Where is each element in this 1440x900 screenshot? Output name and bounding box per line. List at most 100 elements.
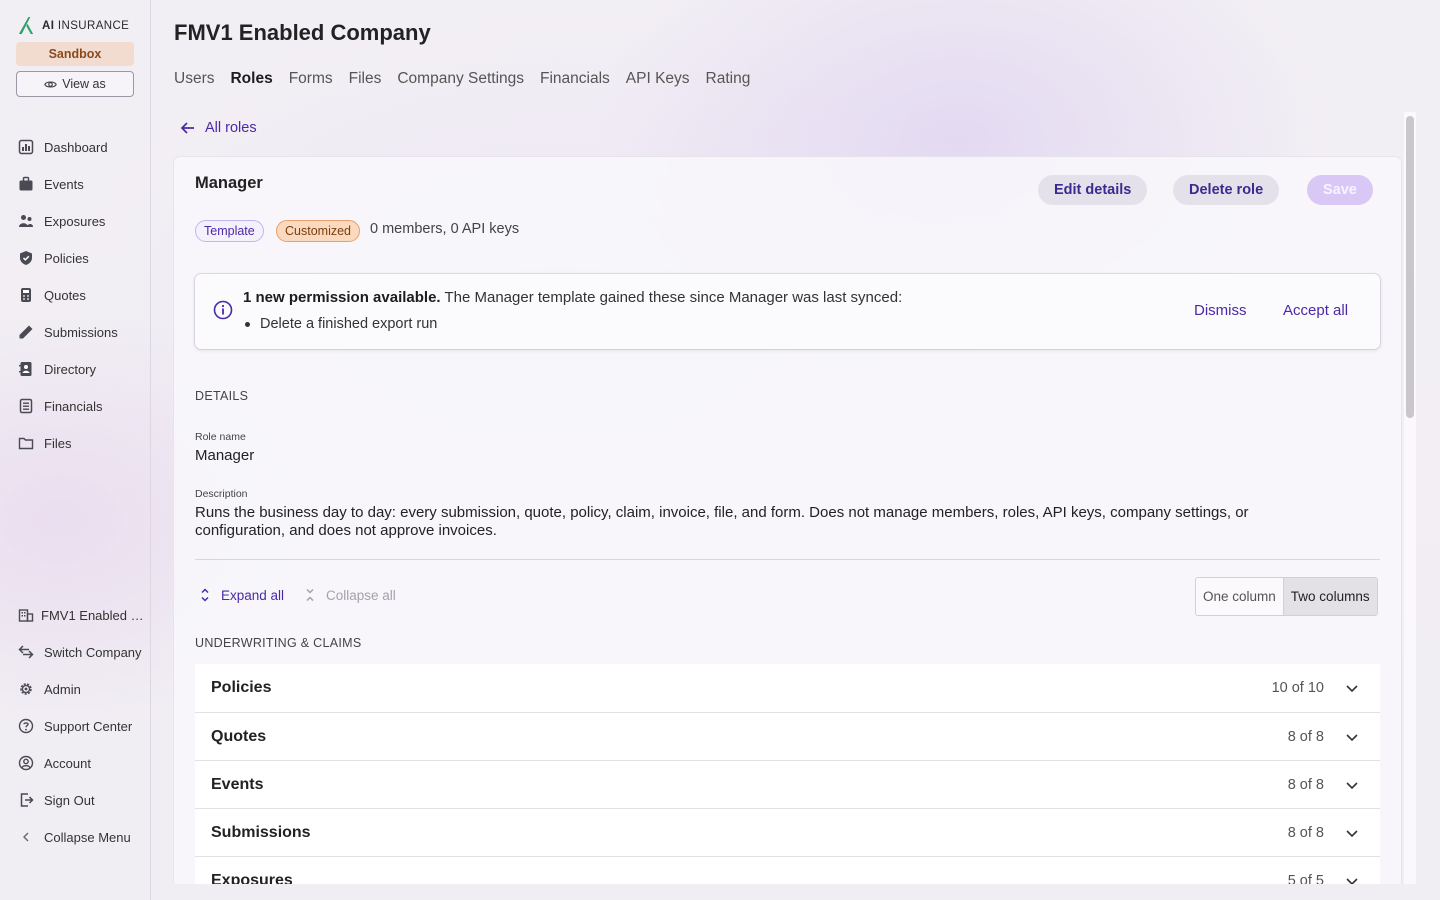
permission-row-count: 10 of 10 (1271, 680, 1324, 696)
sidebar-item-exposures[interactable]: Exposures (18, 210, 105, 232)
sidebar-item-support-center[interactable]: Support Center (18, 715, 132, 737)
sidebar-item-current-company[interactable]: FMV1 Enabled … (18, 604, 144, 626)
tab-financials[interactable]: Financials (540, 70, 610, 92)
sidebar-item-label: Policies (44, 250, 89, 266)
eye-icon (44, 80, 58, 88)
sidebar-item-label: Switch Company (44, 644, 142, 660)
all-roles-label: All roles (205, 120, 257, 136)
tab-roles[interactable]: Roles (230, 70, 272, 92)
delete-role-button[interactable]: Delete role (1173, 175, 1280, 205)
new-permission-notice: 1 new permission available. The Manager … (195, 274, 1380, 349)
permission-row-events[interactable]: Events 8 of 8 (195, 760, 1380, 808)
sidebar-item-sign-out[interactable]: Sign Out (18, 789, 95, 811)
sidebar-item-events[interactable]: Events (18, 173, 84, 195)
sidebar-item-quotes[interactable]: Quotes (18, 284, 86, 306)
briefcase-icon (19, 176, 33, 191)
details-section-label: DETAILS (195, 389, 249, 403)
sidebar-item-label: Admin (44, 681, 81, 697)
brand-logo[interactable]: AI INSURANCE (17, 16, 129, 35)
template-badge: Template (195, 220, 264, 242)
permission-row-title: Events (211, 775, 264, 793)
expand-all-label: Expand all (221, 587, 285, 603)
people-icon (19, 215, 33, 227)
collapse-menu-button[interactable]: Collapse Menu (18, 826, 131, 848)
tab-rating[interactable]: Rating (706, 70, 751, 92)
notice-message: 1 new permission available. The Manager … (243, 289, 902, 306)
permission-row-title: Submissions (211, 823, 311, 841)
edit-details-button[interactable]: Edit details (1038, 175, 1148, 205)
sidebar-item-policies[interactable]: Policies (18, 247, 89, 269)
expand-all-button[interactable]: Expand all (199, 587, 284, 603)
chevron-down-icon (1346, 829, 1358, 837)
sidebar-item-account[interactable]: Account (18, 752, 91, 774)
tab-api-keys[interactable]: API Keys (626, 70, 690, 92)
dismiss-button[interactable]: Dismiss (1194, 302, 1247, 319)
permission-row-count: 8 of 8 (1287, 728, 1324, 745)
expand-icon (201, 588, 209, 602)
all-roles-link[interactable]: All roles (180, 120, 257, 136)
tab-users[interactable]: Users (174, 70, 214, 92)
sign-out-icon (20, 793, 34, 807)
sidebar-item-label: Files (44, 435, 72, 451)
chart-icon (18, 139, 34, 155)
sidebar-item-files[interactable]: Files (18, 432, 71, 454)
chevron-down-icon (1346, 685, 1358, 693)
bullet-dot (245, 321, 250, 327)
pencil-icon (19, 325, 33, 339)
sidebar-item-dashboard[interactable]: Dashboard (18, 136, 108, 158)
sidebar-item-switch-company[interactable]: Switch Company (18, 641, 142, 663)
role-name-label: Role name (195, 431, 246, 443)
notice-body: The Manager template gained these since … (440, 289, 903, 306)
role-name-value: Manager (195, 447, 255, 464)
sidebar-item-label: Directory (44, 361, 97, 377)
environment-badge: Sandbox (16, 42, 134, 66)
customized-badge: Customized (276, 220, 360, 242)
one-column-option[interactable]: One column (1196, 578, 1283, 615)
logo-mark-icon (18, 16, 34, 35)
permission-row-count: 8 of 8 (1287, 824, 1324, 841)
permission-row-title: Policies (211, 679, 272, 696)
accept-all-button[interactable]: Accept all (1283, 302, 1348, 319)
permission-row-quotes[interactable]: Quotes 8 of 8 (195, 712, 1380, 760)
chevron-down-icon (1346, 781, 1358, 789)
brand-name: AI INSURANCE (42, 19, 130, 32)
building-icon (18, 609, 34, 622)
sidebar-item-label: Support Center (44, 718, 133, 734)
permission-row-title: Quotes (211, 727, 267, 745)
sidebar-item-label: Quotes (44, 287, 86, 303)
view-as-label: View as (62, 77, 106, 91)
sidebar-item-directory[interactable]: Directory (18, 358, 96, 380)
sidebar-item-label: Exposures (44, 213, 106, 229)
notice-headline: 1 new permission available. (243, 289, 441, 306)
tab-files[interactable]: Files (349, 70, 382, 92)
members-count: 0 members, 0 API keys (370, 221, 520, 237)
sidebar-item-label: Financials (44, 398, 103, 414)
save-button[interactable]: Save (1307, 175, 1373, 205)
collapse-icon (306, 588, 314, 602)
permission-row-submissions[interactable]: Submissions 8 of 8 (195, 808, 1380, 856)
divider (195, 559, 1380, 560)
sidebar-item-label: Dashboard (44, 139, 108, 155)
viewport-bottom-edge (151, 884, 1440, 900)
sidebar-item-admin[interactable]: Admin (18, 678, 81, 700)
ledger-icon (19, 398, 33, 414)
scrollbar-thumb[interactable] (1406, 116, 1414, 418)
help-icon (18, 718, 34, 734)
sidebar-item-label: Sign Out (44, 792, 95, 808)
tab-company-settings[interactable]: Company Settings (397, 70, 524, 92)
shield-icon (20, 251, 32, 265)
sidebar-item-financials[interactable]: Financials (18, 395, 103, 417)
sidebar-item-label: FMV1 Enabled … (41, 607, 144, 623)
role-card: Manager Edit details Delete role Save Te… (174, 157, 1401, 900)
permission-row-count: 8 of 8 (1287, 776, 1324, 793)
permission-group-label: UNDERWRITING & CLAIMS (195, 636, 362, 650)
collapse-all-button[interactable]: Collapse all (304, 587, 396, 603)
switch-icon (18, 645, 34, 659)
two-columns-option[interactable]: Two columns (1282, 578, 1377, 615)
tab-forms[interactable]: Forms (289, 70, 333, 92)
view-as-button[interactable]: View as (16, 71, 134, 97)
permission-row-policies[interactable]: Policies 10 of 10 (195, 664, 1380, 712)
sidebar-item-label: Collapse Menu (44, 829, 131, 845)
sidebar-item-submissions[interactable]: Submissions (18, 321, 118, 343)
sidebar: AI INSURANCE Sandbox View as Dashboard E… (0, 0, 151, 900)
